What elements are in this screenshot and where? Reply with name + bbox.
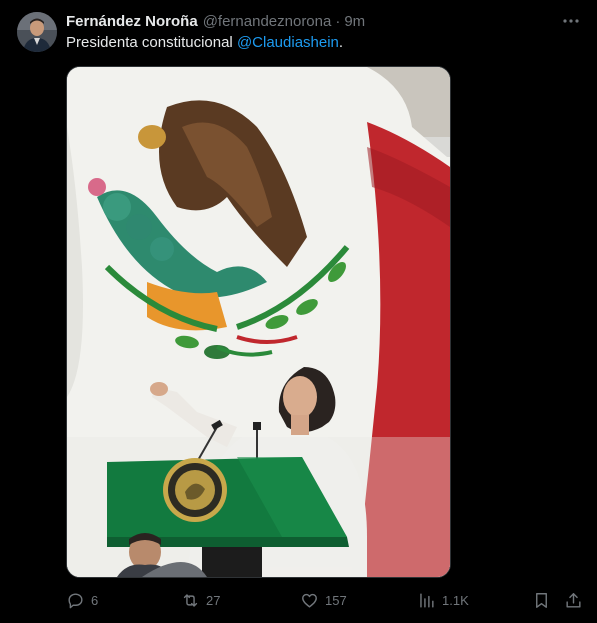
retweet-icon: [183, 593, 198, 607]
views-icon: [420, 592, 434, 608]
avatar[interactable]: [17, 12, 57, 52]
reply-count: 6: [91, 592, 99, 608]
separator-dot: ·: [335, 12, 341, 30]
tweet-text-body: Presidenta constitucional: [66, 34, 237, 51]
views-button[interactable]: 1.1K: [417, 588, 469, 612]
share-icon: [566, 592, 581, 608]
tweet-text-end: .: [338, 34, 344, 51]
heart-icon: [302, 593, 317, 608]
like-count: 157: [325, 592, 347, 608]
tweet-actions: 6 27 157 1.1K: [66, 588, 586, 612]
timestamp[interactable]: 9m: [344, 13, 365, 30]
views-count: 1.1K: [442, 592, 469, 608]
reply-button[interactable]: 6: [66, 588, 98, 612]
retweet-count: 27: [206, 592, 221, 608]
more-options-button[interactable]: [559, 10, 583, 32]
tweet-header: Fernández Noroña @fernandeznorona · 9m: [66, 11, 365, 31]
reply-icon: [68, 592, 83, 608]
tweet-photo[interactable]: [66, 66, 451, 578]
bookmark-button[interactable]: [532, 588, 551, 612]
mention-link[interactable]: @Claudiashein: [237, 34, 339, 51]
retweet-button[interactable]: 27: [181, 588, 220, 612]
author-name[interactable]: Fernández Noroña: [66, 13, 198, 30]
photo-image: [67, 67, 450, 577]
bookmark-icon: [536, 592, 547, 608]
tweet-text: Presidenta constitucional @Claudiashein.: [66, 34, 343, 51]
share-button[interactable]: [564, 588, 583, 612]
like-button[interactable]: 157: [300, 588, 347, 612]
more-dots-icon: [563, 19, 579, 23]
tweet[interactable]: Fernández Noroña @fernandeznorona · 9m P…: [0, 0, 597, 623]
avatar-photo: [17, 12, 57, 52]
author-handle[interactable]: @fernandeznorona: [203, 13, 332, 30]
